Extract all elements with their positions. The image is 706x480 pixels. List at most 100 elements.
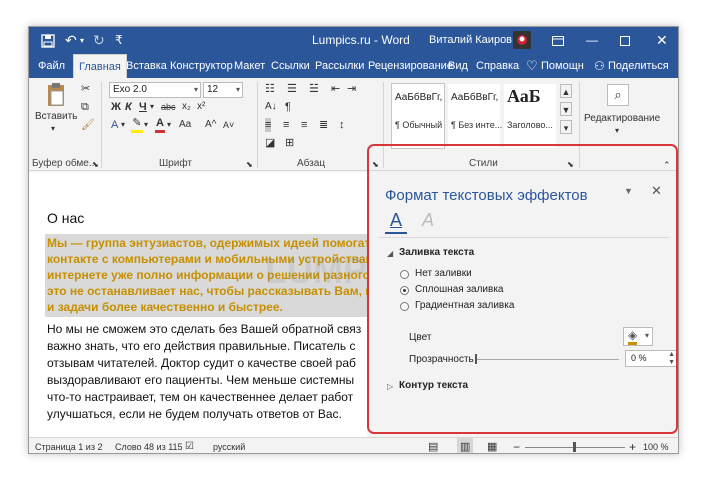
align-center-icon[interactable]: ≡ bbox=[283, 118, 289, 132]
save-icon[interactable] bbox=[41, 27, 55, 54]
proofing-icon[interactable]: ☑ bbox=[185, 438, 194, 453]
user-name[interactable]: Виталий Каиров bbox=[429, 27, 512, 54]
ribbon-display-icon[interactable] bbox=[552, 27, 564, 54]
align-right-icon[interactable]: ≡ bbox=[301, 118, 307, 132]
divider bbox=[257, 82, 258, 168]
tab-references[interactable]: Ссылки bbox=[266, 54, 315, 78]
paste-dropdown-icon[interactable]: ▾ bbox=[51, 122, 55, 136]
text-effects-icon[interactable]: A bbox=[111, 118, 118, 132]
document-heading[interactable]: О нас bbox=[47, 210, 84, 226]
paragraph-line[interactable]: важно знать, что его действия правильные… bbox=[47, 339, 355, 353]
font-launcher-icon[interactable]: ⬊ bbox=[246, 158, 253, 172]
highlighted-line[interactable]: Мы — группа энтузиастов, одержимых идеей… bbox=[47, 236, 367, 250]
web-layout-icon[interactable]: ▦ bbox=[487, 438, 497, 453]
line-spacing-icon[interactable]: ↕ bbox=[339, 118, 345, 132]
increase-indent-icon[interactable]: ⇥ bbox=[347, 82, 356, 96]
clipboard-launcher-icon[interactable]: ⬊ bbox=[92, 158, 99, 172]
zoom-slider[interactable] bbox=[525, 442, 625, 452]
tab-file[interactable]: Файл bbox=[33, 54, 70, 78]
print-layout-icon[interactable]: ▥ bbox=[457, 438, 474, 453]
tab-view[interactable]: Вид bbox=[443, 54, 473, 78]
tab-tell-me[interactable]: Помощн bbox=[536, 54, 589, 78]
tab-mailings[interactable]: Рассылки bbox=[310, 54, 369, 78]
customize-toolbar-icon[interactable]: ₹ bbox=[115, 27, 123, 54]
paste-label[interactable]: Вставить bbox=[35, 110, 77, 124]
close-button[interactable]: ✕ bbox=[656, 27, 668, 54]
language-indicator[interactable]: русский bbox=[213, 438, 245, 453]
italic-icon[interactable]: К bbox=[125, 100, 132, 114]
style-no-spacing[interactable]: АаБбВвГг, ¶ Без инте... bbox=[447, 83, 502, 149]
styles-scroll-down-icon[interactable]: ▼ bbox=[560, 102, 572, 116]
word-window: ↶ ▾ ↻ ₹ Lumpics.ru - Word Виталий Каиров… bbox=[28, 26, 679, 454]
font-name-value: Exo 2.0 bbox=[113, 84, 147, 95]
zoom-in-icon[interactable]: + bbox=[629, 438, 636, 453]
highlight-dropdown-icon[interactable]: ▾ bbox=[144, 118, 148, 132]
avatar[interactable] bbox=[513, 31, 531, 49]
superscript-icon[interactable]: x² bbox=[197, 100, 205, 114]
multilevel-list-icon[interactable]: ☱ bbox=[309, 82, 319, 96]
zoom-level[interactable]: 100 % bbox=[643, 438, 669, 453]
styles-scroll-up-icon[interactable]: ▲ bbox=[560, 84, 572, 98]
editing-dropdown-icon[interactable]: ▾ bbox=[615, 124, 619, 138]
zoom-out-icon[interactable]: − bbox=[513, 438, 520, 453]
search-icon[interactable]: ⌕ bbox=[607, 84, 629, 106]
subscript-icon[interactable]: x₂ bbox=[182, 100, 191, 114]
bullets-icon[interactable]: ☷ bbox=[265, 82, 275, 96]
page-count[interactable]: Страница 1 из 2 bbox=[35, 438, 102, 453]
maximize-button[interactable] bbox=[620, 27, 630, 54]
strikethrough-icon[interactable]: abc bbox=[161, 100, 176, 114]
paste-icon[interactable] bbox=[41, 82, 71, 108]
font-color-dropdown-icon[interactable]: ▾ bbox=[167, 118, 171, 132]
highlighted-line[interactable]: и задачи более качественно и быстрее. bbox=[47, 300, 283, 314]
copy-icon[interactable]: ⧉ bbox=[81, 100, 89, 114]
font-color-icon[interactable]: A bbox=[155, 116, 165, 133]
style-normal[interactable]: АаБбВвГг, ¶ Обычный bbox=[391, 83, 445, 149]
paragraph-line[interactable]: что-то настраивает, тем он качественнее … bbox=[47, 390, 353, 404]
minimize-button[interactable]: — bbox=[586, 27, 598, 54]
divider bbox=[101, 82, 102, 168]
tab-layout[interactable]: Макет bbox=[229, 54, 270, 78]
show-marks-icon[interactable]: ¶ bbox=[285, 100, 291, 114]
styles-more-icon[interactable]: ▾ bbox=[560, 120, 572, 134]
tab-help[interactable]: Справка bbox=[471, 54, 524, 78]
style-heading-1[interactable]: АаБ Заголово... bbox=[503, 83, 557, 149]
align-left-icon[interactable]: ≡ bbox=[265, 118, 272, 132]
cut-icon[interactable]: ✂ bbox=[81, 82, 90, 96]
sort-icon[interactable]: A↓ bbox=[265, 100, 277, 114]
status-bar: Страница 1 из 2 Слово 48 из 115 ☑ русски… bbox=[29, 437, 678, 453]
undo-dropdown-icon[interactable]: ▾ bbox=[80, 27, 84, 54]
justify-icon[interactable]: ≣ bbox=[319, 118, 328, 132]
tab-design[interactable]: Конструктор bbox=[165, 54, 238, 78]
paragraph-line[interactable]: отзывам читателей. Доктор судит о качест… bbox=[47, 356, 356, 370]
decrease-indent-icon[interactable]: ⇤ bbox=[331, 82, 340, 96]
style-sample: АаБбВвГг, bbox=[395, 92, 443, 103]
shading-icon[interactable]: ◪ bbox=[265, 136, 275, 150]
paragraph-line[interactable]: выздоравливают его пациенты. Чем меньше … bbox=[47, 373, 354, 387]
undo-icon[interactable]: ↶ bbox=[65, 27, 77, 54]
text-effects-dropdown-icon[interactable]: ▾ bbox=[121, 118, 125, 132]
format-painter-icon[interactable]: 🖌 bbox=[81, 118, 95, 132]
shrink-font-icon[interactable]: A˅ bbox=[223, 118, 234, 132]
font-name-select[interactable]: Exo 2.0 ▾ bbox=[109, 82, 201, 98]
document-page[interactable]: О нас Мы — группа энтузиастов, одержимых… bbox=[29, 172, 367, 437]
zoom-thumb[interactable] bbox=[573, 442, 576, 452]
underline-icon[interactable]: Ч bbox=[139, 100, 147, 114]
highlight-color-icon[interactable]: ✎ bbox=[131, 116, 143, 133]
grow-font-icon[interactable]: A^ bbox=[205, 118, 216, 132]
share-button[interactable]: Поделиться bbox=[603, 54, 674, 78]
underline-dropdown-icon[interactable]: ▾ bbox=[150, 100, 154, 114]
word-count[interactable]: Слово 48 из 115 bbox=[115, 438, 183, 453]
font-size-select[interactable]: 12 ▾ bbox=[203, 82, 243, 98]
watermark: LUMPICS.ORG bbox=[265, 250, 367, 291]
font-size-value: 12 bbox=[207, 84, 219, 95]
tab-home[interactable]: Главная bbox=[73, 54, 127, 78]
change-case-icon[interactable]: Aa bbox=[179, 118, 191, 132]
paragraph-line[interactable]: улучшаться, если не будем получать ответ… bbox=[47, 407, 342, 421]
numbering-icon[interactable]: ☰ bbox=[287, 82, 297, 96]
paragraph-line[interactable]: Но мы не сможем это сделать без Вашей об… bbox=[47, 322, 361, 336]
bold-icon[interactable]: Ж bbox=[111, 100, 121, 114]
borders-icon[interactable]: ⊞ bbox=[285, 136, 294, 150]
redo-icon[interactable]: ↻ bbox=[93, 27, 105, 54]
clipboard-group-label: Буфер обме... bbox=[32, 158, 98, 169]
focus-mode-icon[interactable]: ▤ bbox=[428, 438, 438, 453]
